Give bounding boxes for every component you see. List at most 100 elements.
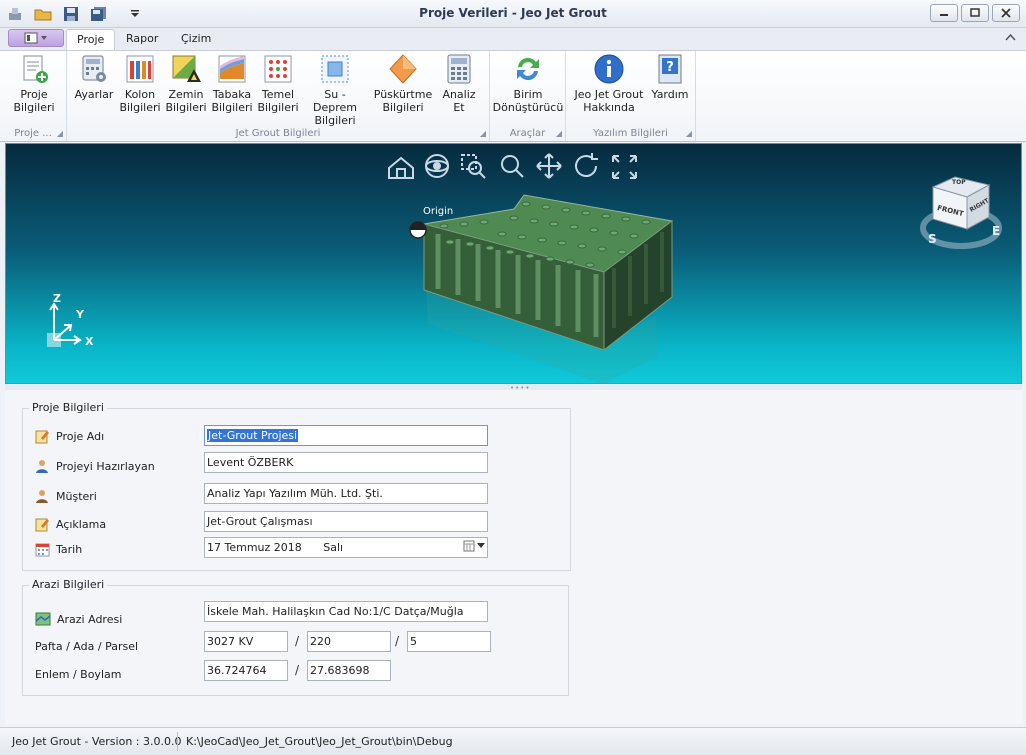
ribbon-button-label: Yardım — [651, 88, 689, 101]
boylam-input[interactable]: 27.683698 — [307, 660, 391, 681]
projeyi-hazirlayan-input[interactable]: Levent ÖZBERK — [204, 452, 488, 473]
ribbon-group-jet-grout: Ayarlar Kolon Bilgileri Zemin Bilgileri … — [67, 51, 490, 141]
calendar-small-icon — [463, 540, 475, 552]
ada-input[interactable]: 220 — [307, 631, 391, 652]
window-controls — [930, 4, 1020, 22]
layers-icon — [216, 53, 248, 85]
ribbon-button-label: Analiz Et — [442, 88, 476, 114]
ribbon-group-araclar: Birim Dönüştürücü Araçlar ◢ — [490, 51, 566, 141]
dots-grid-icon — [262, 53, 294, 85]
date-value: 17 Temmuz 2018 — [207, 541, 302, 554]
birim-donusturucu-button[interactable]: Birim Dönüştürücü — [492, 53, 564, 114]
pafta-ada-parsel-label: Pafta / Ada / Parsel — [35, 640, 139, 653]
help-icon: ? — [654, 53, 686, 85]
ribbon-group-label: Jet Grout Bilgileri — [235, 128, 321, 139]
parsel-input[interactable]: 5 — [407, 631, 491, 652]
pan-icon[interactable] — [536, 153, 562, 179]
zoom-window-icon[interactable] — [461, 154, 486, 179]
calendar-icon — [35, 543, 50, 557]
tab-cizim[interactable]: Çizim — [171, 29, 221, 50]
maximize-button[interactable] — [961, 4, 989, 22]
group-dialog-launcher-icon[interactable]: ◢ — [57, 129, 63, 138]
arazi-adresi-input[interactable]: İskele Mah. Halilaşkın Cad No:1/C Datça/… — [204, 601, 488, 622]
hakkinda-button[interactable]: Jeo Jet Grout Hakkında — [570, 53, 648, 114]
compass-east-label: E — [992, 224, 1001, 238]
projeyi-hazirlayan-label: Projeyi Hazırlayan — [35, 459, 155, 474]
ribbon-button-label: Püskürtme Bilgileri — [373, 88, 433, 114]
proje-adi-input[interactable]: Jet-Grout Projesi — [204, 425, 488, 446]
document-add-icon — [18, 53, 50, 85]
su-deprem-bilgileri-button[interactable]: Su - Deprem Bilgileri — [303, 53, 367, 127]
form-area: Proje Bilgileri Proje Adı Jet-Grout Proj… — [5, 390, 1022, 724]
orbit-icon[interactable] — [425, 154, 449, 178]
enlem-boylam-label: Enlem / Boylam — [35, 668, 122, 681]
ribbon-tab-bar: Proje Rapor Çizim — [0, 28, 1026, 50]
ribbon-group-proje: Proje Bilgileri Proje ... ◢ — [0, 51, 67, 141]
proje-bilgileri-button[interactable]: Proje Bilgileri — [8, 53, 60, 114]
3d-viewport[interactable]: Origin Z Y X TOP FRONT RIGHT S E — [5, 143, 1022, 384]
window-title: Proje Verileri - Jeo Jet Grout — [419, 6, 607, 20]
pafta-input[interactable]: 3027 KV — [204, 631, 288, 652]
status-bar: Jeo Jet Grout - Version : 3.0.0.0 K:\Jeo… — [0, 727, 1026, 755]
rotate-icon[interactable] — [575, 153, 598, 177]
temel-bilgileri-button[interactable]: Temel Bilgileri — [257, 53, 299, 114]
chevron-down-icon — [477, 543, 485, 548]
musteri-input[interactable]: Analiz Yapı Yazılım Müh. Ltd. Şti. — [204, 483, 488, 504]
ribbon-button-label: Temel Bilgileri — [257, 88, 299, 114]
aciklama-label: Açıklama — [35, 517, 106, 532]
proje-adi-label: Proje Adı — [35, 429, 104, 444]
close-button[interactable] — [992, 4, 1020, 22]
ribbon-group-label: Araçlar — [509, 128, 546, 139]
map-icon — [35, 612, 51, 626]
compass-south-label: S — [928, 232, 937, 246]
yardim-button[interactable]: ? Yardım — [650, 53, 690, 101]
ribbon-button-label: Birim Dönüştürücü — [492, 88, 564, 114]
collapse-ribbon-icon[interactable] — [1005, 31, 1016, 44]
tab-rapor[interactable]: Rapor — [116, 29, 168, 50]
application-menu-button[interactable] — [8, 29, 64, 47]
jet-grout-model — [423, 194, 673, 383]
arazi-adresi-label: Arazi Adresi — [35, 612, 122, 626]
status-path: K:\JeoCad\Jeo_Jet_Grout\Jeo_Jet_Grout\bi… — [186, 735, 453, 748]
axis-label-x: X — [85, 335, 94, 348]
note-icon — [35, 518, 49, 532]
water-square-icon — [319, 53, 351, 85]
fullscreen-icon[interactable] — [612, 155, 637, 179]
spray-diamond-icon — [387, 53, 419, 85]
status-separator — [177, 732, 178, 751]
analiz-et-button[interactable]: Analiz Et — [437, 53, 481, 114]
kolon-bilgileri-button[interactable]: Kolon Bilgileri — [119, 53, 161, 114]
ribbon-button-label: Zemin Bilgileri — [165, 88, 207, 114]
title-bar: Proje Verileri - Jeo Jet Grout — [0, 0, 1026, 28]
ribbon-button-label: Jeo Jet Grout Hakkında — [574, 88, 644, 114]
calculator-gear-icon — [78, 53, 110, 85]
refresh-icon — [512, 53, 544, 85]
tarih-label: Tarih — [35, 542, 82, 557]
group-dialog-launcher-icon[interactable]: ◢ — [480, 129, 486, 138]
viewcube-top-label: TOP — [952, 179, 966, 186]
enlem-input[interactable]: 36.724764 — [204, 660, 288, 681]
land-info-title: Arazi Bilgileri — [29, 578, 108, 591]
minimize-button[interactable] — [930, 4, 958, 22]
aciklama-input[interactable]: Jet-Grout Çalışması — [204, 511, 488, 532]
tab-proje[interactable]: Proje — [66, 29, 116, 50]
ribbon-group-yazilim: Jeo Jet Grout Hakkında ? Yardım Yazılım … — [566, 51, 696, 141]
soil-triangle-icon — [170, 53, 202, 85]
group-dialog-launcher-icon[interactable]: ◢ — [556, 129, 562, 138]
ayarlar-button[interactable]: Ayarlar — [71, 53, 117, 101]
ribbon-group-label: Yazılım Bilgileri — [593, 128, 668, 139]
group-dialog-launcher-icon[interactable]: ◢ — [686, 129, 692, 138]
ribbon-panel: Proje Bilgileri Proje ... ◢ Ayarlar Kolo… — [0, 50, 1026, 142]
date-dropdown-button[interactable] — [463, 540, 485, 552]
tarih-date-picker[interactable]: 17 Temmuz 2018 Salı — [204, 537, 488, 558]
svg-text:?: ? — [666, 60, 674, 75]
zoom-icon[interactable] — [501, 155, 524, 178]
project-info-group: Proje Bilgileri Proje Adı Jet-Grout Proj… — [22, 401, 571, 571]
home-icon[interactable] — [388, 156, 414, 179]
tabaka-bilgileri-button[interactable]: Tabaka Bilgileri — [210, 53, 254, 114]
origin-label: Origin — [423, 206, 454, 217]
zemin-bilgileri-button[interactable]: Zemin Bilgileri — [165, 53, 207, 114]
weekday-value: Salı — [323, 541, 344, 554]
puskurtme-bilgileri-button[interactable]: Püskürtme Bilgileri — [374, 53, 432, 114]
parcel-separator: / — [295, 634, 300, 648]
